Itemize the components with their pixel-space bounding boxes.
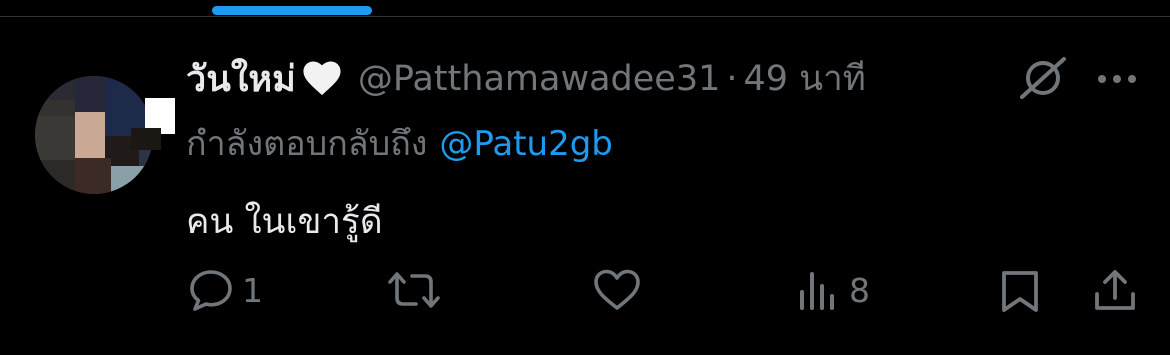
- retweet-icon: [388, 272, 440, 308]
- timestamp[interactable]: 49 นาที: [744, 59, 866, 99]
- display-name[interactable]: วันใหม่: [186, 59, 296, 100]
- more-icon[interactable]: [1096, 70, 1138, 89]
- views-button[interactable]: 8: [797, 268, 870, 312]
- user-handle[interactable]: @Patthamawadee31: [358, 59, 721, 99]
- replying-to: กำลังตอบกลับถึง @Patu2gb: [186, 116, 613, 170]
- divider: [0, 16, 1170, 17]
- tab-active-indicator: [212, 6, 372, 15]
- views-count: 8: [849, 270, 870, 310]
- replying-to-mention[interactable]: @Patu2gb: [439, 124, 613, 164]
- avatar[interactable]: [27, 76, 175, 196]
- retweet-button[interactable]: [386, 268, 442, 312]
- reply-icon: [190, 270, 232, 311]
- replying-to-label: กำลังตอบกลับถึง: [186, 124, 428, 164]
- tweet-header: วันใหม่ @Patthamawadee31 · 49 นาที: [186, 50, 1146, 101]
- reply-button[interactable]: 1: [188, 268, 263, 312]
- white-heart-icon: [300, 57, 344, 101]
- tweet-text: คน ในเขารู้ดี: [186, 202, 383, 242]
- separator-dot: ·: [726, 58, 738, 99]
- reply-count: 1: [242, 270, 263, 310]
- grok-icon[interactable]: [1018, 56, 1068, 104]
- bookmark-button[interactable]: [998, 268, 1042, 314]
- bookmark-icon: [1002, 271, 1038, 312]
- views-icon: [800, 272, 834, 310]
- like-button[interactable]: [592, 268, 642, 312]
- share-button[interactable]: [1092, 268, 1138, 314]
- share-icon: [1095, 270, 1135, 310]
- like-icon: [594, 269, 640, 310]
